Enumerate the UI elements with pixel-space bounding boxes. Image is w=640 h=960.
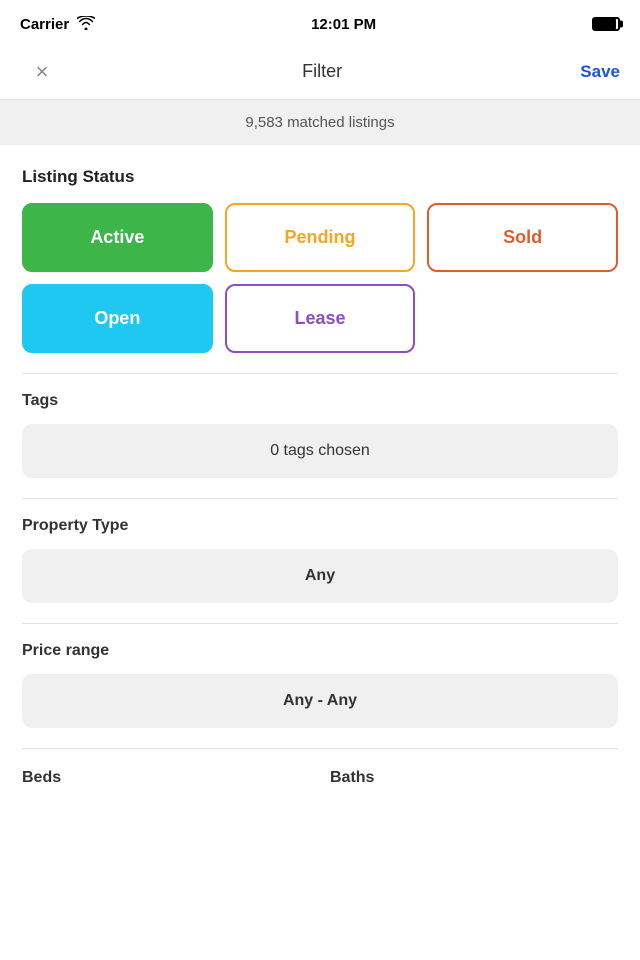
- nav-title: Filter: [302, 61, 342, 82]
- beds-baths-section: Beds Baths: [22, 749, 618, 797]
- beds-label: Beds: [22, 769, 310, 787]
- carrier-info: Carrier: [20, 16, 95, 33]
- main-content: Listing Status Active Pending Sold Open …: [0, 145, 640, 797]
- property-type-selector[interactable]: Any: [22, 549, 618, 603]
- price-range-label: Price range: [22, 642, 618, 660]
- property-type-section: Property Type Any: [22, 499, 618, 603]
- status-sold-button[interactable]: Sold: [427, 203, 618, 272]
- beds-col: Beds: [22, 769, 310, 797]
- save-button[interactable]: Save: [580, 54, 620, 90]
- status-bar: Carrier 12:01 PM: [0, 0, 640, 44]
- status-pending-button[interactable]: Pending: [225, 203, 416, 272]
- status-open-button[interactable]: Open: [22, 284, 213, 353]
- tags-label: Tags: [22, 392, 618, 410]
- close-button[interactable]: ×: [20, 50, 64, 94]
- wifi-icon: [77, 16, 95, 33]
- baths-label: Baths: [330, 769, 618, 787]
- status-active-button[interactable]: Active: [22, 203, 213, 272]
- matched-listings-banner: 9,583 matched listings: [0, 100, 640, 145]
- tags-section: Tags 0 tags chosen: [22, 374, 618, 478]
- carrier-label: Carrier: [20, 16, 69, 33]
- price-range-selector[interactable]: Any - Any: [22, 674, 618, 728]
- battery-icon: [592, 17, 620, 31]
- price-range-section: Price range Any - Any: [22, 624, 618, 728]
- property-type-label: Property Type: [22, 517, 618, 535]
- matched-listings-text: 9,583 matched listings: [245, 114, 394, 131]
- baths-col: Baths: [330, 769, 618, 797]
- nav-bar: × Filter Save: [0, 44, 640, 100]
- battery-indicator: [592, 17, 620, 31]
- listing-status-section: Listing Status Active Pending Sold Open …: [22, 145, 618, 353]
- listing-status-title: Listing Status: [22, 167, 618, 187]
- tags-selector[interactable]: 0 tags chosen: [22, 424, 618, 478]
- status-lease-button[interactable]: Lease: [225, 284, 416, 353]
- status-time: 12:01 PM: [311, 16, 376, 33]
- listing-status-row2: Open Lease: [22, 284, 618, 353]
- listing-status-row1: Active Pending Sold: [22, 203, 618, 272]
